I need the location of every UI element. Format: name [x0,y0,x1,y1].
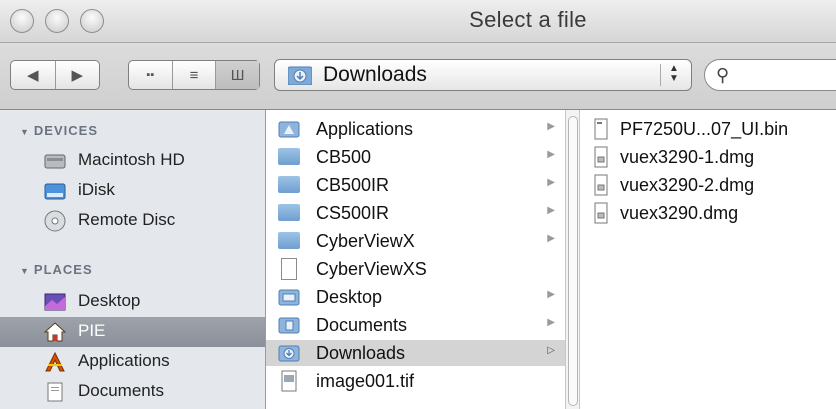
list-view-icon: ≡ [189,66,199,84]
list-item[interactable]: PF7250U...07_UI.bin [580,116,836,142]
folder-icon [278,148,300,165]
sidebar-item-remote-disc[interactable]: Remote Disc [0,206,265,236]
back-button[interactable]: ◀ [11,61,56,89]
list-item[interactable]: vuex3290.dmg [580,200,836,226]
documents-icon [47,382,63,402]
back-forward-control: ◀ ▶ [10,60,100,90]
sidebar-item-applications[interactable]: Applications [0,347,265,377]
dmg-file-icon [594,174,608,196]
sidebar-item-macintosh-hd[interactable]: Macintosh HD [0,146,265,176]
sidebar: ▼ DEVICES Macintosh HD iDisk Remote Disc … [0,110,266,409]
folder-icon [278,232,300,249]
search-field[interactable]: ⚲ [704,59,836,91]
bin-file-icon [594,118,608,140]
chevron-right-icon: ▶ [547,149,555,160]
sidebar-item-desktop[interactable]: Desktop [0,287,265,317]
list-item[interactable]: vuex3290-1.dmg [580,144,836,170]
chevron-right-icon: ▶ [547,289,555,300]
list-item[interactable]: CB500IR ▶ [266,172,565,198]
document-icon [281,258,297,280]
list-item[interactable]: CyberViewX ▶ [266,228,565,254]
disclosure-triangle-icon: ▼ [20,266,30,276]
disclosure-triangle-icon: ▼ [20,127,30,137]
list-item-selected[interactable]: Downloads ▷ [266,340,565,366]
list-item[interactable]: image001.tif [266,368,565,394]
idisk-icon [44,183,66,200]
chevron-right-icon: ▶ [547,121,555,132]
back-arrow-icon: ◀ [26,67,39,84]
sidebar-item-pie[interactable]: PIE [0,317,265,347]
icon-view-icon: ▪▪ [146,69,155,81]
devices-header[interactable]: ▼ DEVICES [20,123,98,138]
path-popup-label: Downloads [323,63,427,86]
home-icon [44,322,66,342]
dmg-file-icon [594,146,608,168]
list-item[interactable]: CyberViewXS [266,256,565,282]
icon-view-button[interactable]: ▪▪ [129,61,173,89]
chevron-right-icon: ▶ [547,205,555,216]
chevron-right-icon: ▶ [547,317,555,328]
column-scroller [566,110,580,409]
forward-button[interactable]: ▶ [56,61,100,89]
window-title: Select a file [469,7,587,32]
browser-column-downloads: PF7250U...07_UI.bin vuex3290-1.dmg vuex3… [580,110,836,409]
folder-icon [278,204,300,221]
disc-icon [44,210,66,232]
hard-drive-icon [44,154,66,169]
column-view-icon: Ш [230,66,245,84]
downloads-folder-icon [278,345,300,362]
sidebar-item-idisk[interactable]: iDisk [0,176,265,206]
dmg-file-icon [594,202,608,224]
updown-chevron-icon: ▲ ▼ [660,64,683,86]
list-item[interactable]: vuex3290-2.dmg [580,172,836,198]
view-mode-control: ▪▪ ≡ Ш [128,60,260,90]
list-item[interactable]: CB500 ▶ [266,144,565,170]
desktop-icon [44,293,66,311]
column-view-button[interactable]: Ш [216,61,260,89]
search-icon: ⚲ [716,65,730,85]
chevron-right-icon: ▷ [547,345,555,356]
title-bar: Select a file [0,0,836,43]
applications-icon [45,351,65,372]
list-item[interactable]: Desktop ▶ [266,284,565,310]
sidebar-item-documents[interactable]: Documents [0,377,265,407]
applications-folder-icon [278,121,300,138]
downloads-folder-icon [288,66,312,85]
tif-file-icon [281,370,297,392]
path-popup[interactable]: Downloads ▲ ▼ [274,59,692,91]
places-header[interactable]: ▼ PLACES [20,262,93,277]
list-item[interactable]: Applications ▶ [266,116,565,142]
chevron-right-icon: ▶ [547,177,555,188]
vertical-scrollbar[interactable] [568,116,578,406]
forward-arrow-icon: ▶ [71,67,84,84]
browser-column-pie: Applications ▶ CB500 ▶ CB500IR ▶ CS500IR ▶ C… [266,110,566,409]
documents-folder-icon [278,317,300,334]
list-item[interactable]: Documents ▶ [266,312,565,338]
folder-icon [278,176,300,193]
list-view-button[interactable]: ≡ [173,61,217,89]
list-item[interactable]: CS500IR ▶ [266,200,565,226]
toolbar: ◀ ▶ ▪▪ ≡ Ш Downloads ▲ ▼ ⚲ [0,43,836,110]
desktop-folder-icon [278,289,300,306]
chevron-right-icon: ▶ [547,233,555,244]
